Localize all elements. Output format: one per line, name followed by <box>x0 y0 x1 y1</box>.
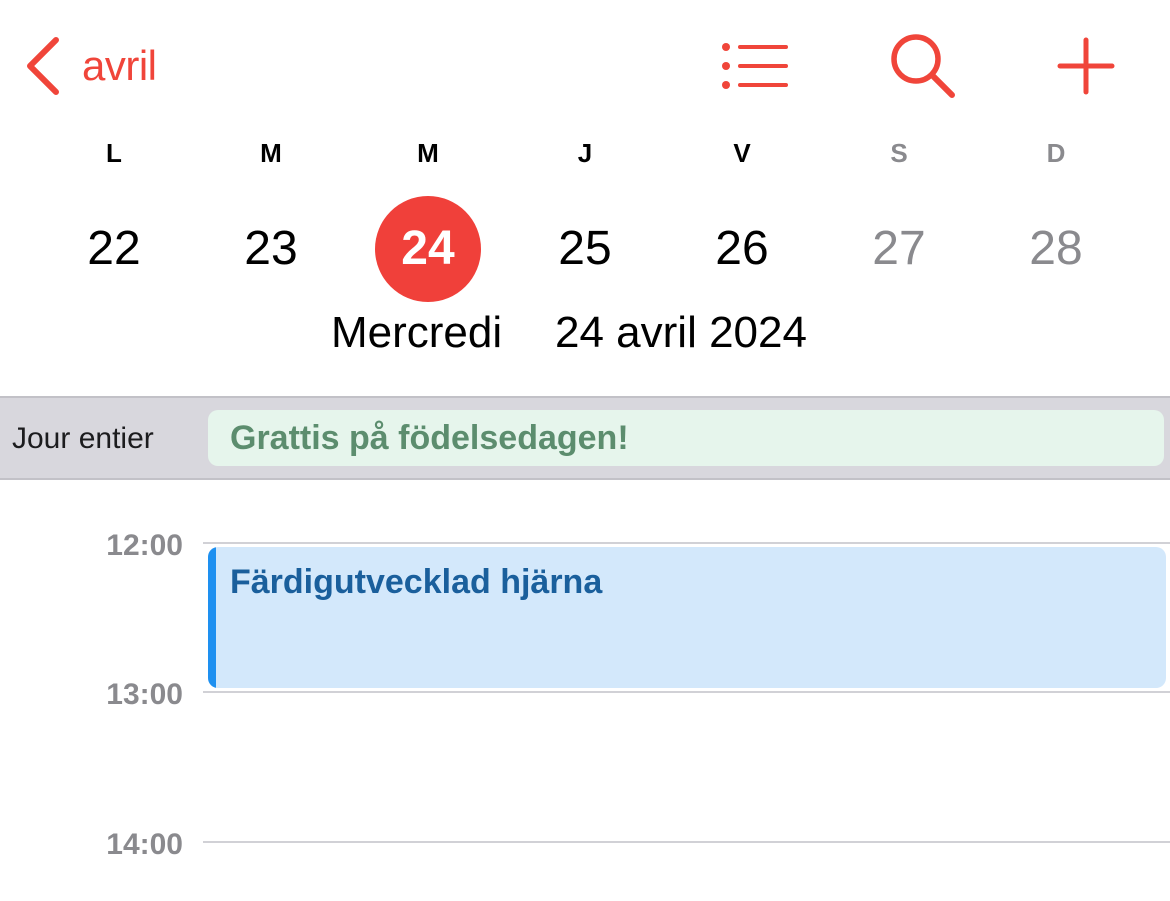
navigation-bar: avril <box>0 0 1170 120</box>
day-cell[interactable]: 26 <box>687 194 797 304</box>
search-icon <box>888 31 958 106</box>
weekday-label: S <box>890 138 908 168</box>
day-number: 24 <box>401 222 455 275</box>
weekday-label: J <box>577 138 593 168</box>
day-number: 27 <box>872 222 926 275</box>
all-day-label: Jour entier <box>12 422 154 455</box>
hour-label: 12:00 <box>106 529 183 562</box>
hour-label: 13:00 <box>106 678 183 711</box>
back-button[interactable]: avril <box>24 34 157 98</box>
day-cell[interactable]: 22 <box>59 194 169 304</box>
event-title: Färdigutvecklad hjärna <box>230 563 603 601</box>
hour-divider <box>203 691 1170 693</box>
day-number: 26 <box>715 222 769 275</box>
day-cell[interactable]: 27 <box>844 194 954 304</box>
add-event-button[interactable] <box>1046 28 1126 108</box>
list-view-button[interactable] <box>715 28 795 108</box>
weekday-label: D <box>1046 138 1066 168</box>
hour-divider <box>203 542 1170 544</box>
calendar-event[interactable]: Färdigutvecklad hjärna <box>208 547 1166 688</box>
weekday-label: M <box>417 138 439 168</box>
search-button[interactable] <box>883 28 963 108</box>
list-icon <box>720 41 790 96</box>
chevron-left-icon <box>24 36 60 96</box>
selected-weekday: Mercredi <box>331 308 503 357</box>
hour-label: 14:00 <box>106 828 183 861</box>
day-cell[interactable]: 23 <box>216 194 326 304</box>
day-number: 28 <box>1029 222 1083 275</box>
day-cell-selected[interactable]: 24 <box>373 194 483 304</box>
back-label: avril <box>82 42 157 89</box>
event-color-bar <box>208 547 216 688</box>
weekday-label: L <box>106 138 122 168</box>
weekday-label: M <box>260 138 282 168</box>
day-cell[interactable]: 25 <box>530 194 640 304</box>
all-day-section: Jour entier Grattis på födelsedagen! <box>0 396 1170 480</box>
all-day-event[interactable]: Grattis på födelsedagen! <box>208 410 1164 466</box>
weekday-label: V <box>733 138 751 168</box>
day-cell[interactable]: 28 <box>1001 194 1111 304</box>
day-number: 23 <box>244 222 298 275</box>
plus-icon <box>1056 36 1116 101</box>
day-number: 25 <box>558 222 612 275</box>
selected-full-date: 24 avril 2024 <box>555 308 807 357</box>
day-number: 22 <box>87 222 141 275</box>
hour-divider <box>203 841 1170 843</box>
